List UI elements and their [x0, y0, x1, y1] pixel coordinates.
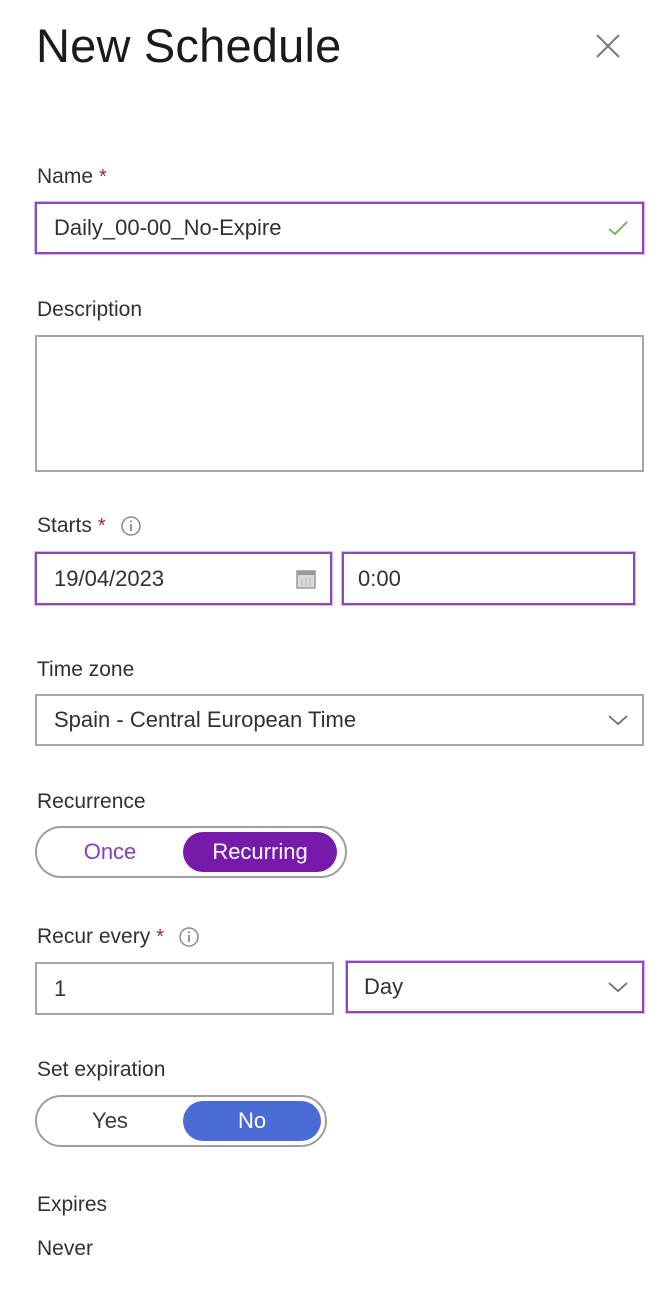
set-expiration-label: Set expiration	[37, 1057, 165, 1083]
date-picker-button[interactable]	[282, 568, 330, 590]
time-zone-chevron	[594, 713, 642, 727]
calendar-icon	[296, 569, 316, 589]
time-zone-label-text: Time zone	[37, 658, 135, 681]
recur-every-info-button[interactable]	[178, 926, 200, 948]
info-icon	[179, 927, 199, 947]
expiration-option-yes[interactable]: Yes	[37, 1101, 183, 1141]
recur-interval-input[interactable]: 1	[35, 962, 334, 1015]
description-textarea[interactable]	[35, 335, 644, 472]
name-label: Name *	[37, 164, 107, 190]
name-input[interactable]: Daily_00-00_No-Expire	[35, 202, 644, 254]
expiration-option-no[interactable]: No	[183, 1101, 321, 1141]
recurrence-label-text: Recurrence	[37, 790, 146, 813]
recur-unit-value: Day	[364, 974, 404, 999]
starts-label-text: Starts	[37, 514, 92, 537]
chevron-down-icon	[608, 715, 628, 726]
set-expiration-toggle: Yes No	[35, 1095, 327, 1147]
start-time-value: 0:00	[358, 565, 401, 591]
new-schedule-panel: New Schedule Name * Daily_00-00_No-Expir…	[0, 0, 660, 1299]
time-zone-select[interactable]: Spain - Central European Time	[35, 694, 644, 746]
recur-every-label-text: Recur every	[37, 925, 151, 948]
valid-status	[594, 219, 642, 237]
recur-interval-value: 1	[54, 975, 67, 1001]
set-expiration-label-text: Set expiration	[37, 1058, 166, 1081]
checkmark-icon	[608, 221, 628, 236]
recurrence-label: Recurrence	[37, 789, 146, 815]
recurrence-toggle: Once Recurring	[35, 826, 347, 878]
start-time-input[interactable]: 0:00	[342, 552, 635, 605]
recur-every-label: Recur every *	[37, 924, 200, 950]
recurrence-option-once[interactable]: Once	[37, 832, 183, 872]
expires-value: Never	[37, 1237, 94, 1260]
description-label-text: Description	[37, 298, 143, 321]
start-date-value: 19/04/2023	[54, 565, 165, 591]
page-title: New Schedule	[36, 19, 342, 72]
time-zone-label: Time zone	[37, 657, 134, 683]
expires-label: Expires	[37, 1193, 108, 1216]
starts-label: Starts *	[37, 513, 142, 539]
start-date-input[interactable]: 19/04/2023	[35, 552, 332, 605]
required-marker: *	[97, 515, 106, 537]
recur-unit-chevron	[594, 980, 642, 994]
required-marker: *	[156, 926, 164, 948]
info-icon	[120, 516, 141, 536]
close-icon	[596, 34, 620, 58]
description-label: Description	[37, 297, 142, 323]
recur-unit-select[interactable]: Day	[346, 961, 644, 1013]
starts-info-button[interactable]	[120, 515, 142, 537]
name-label-text: Name	[37, 165, 94, 188]
chevron-down-icon	[608, 982, 628, 993]
name-input-value: Daily_00-00_No-Expire	[54, 215, 282, 240]
close-button[interactable]	[590, 28, 626, 64]
recurrence-option-recurring[interactable]: Recurring	[183, 832, 337, 872]
required-marker: *	[99, 166, 107, 188]
time-zone-value: Spain - Central European Time	[54, 707, 357, 732]
